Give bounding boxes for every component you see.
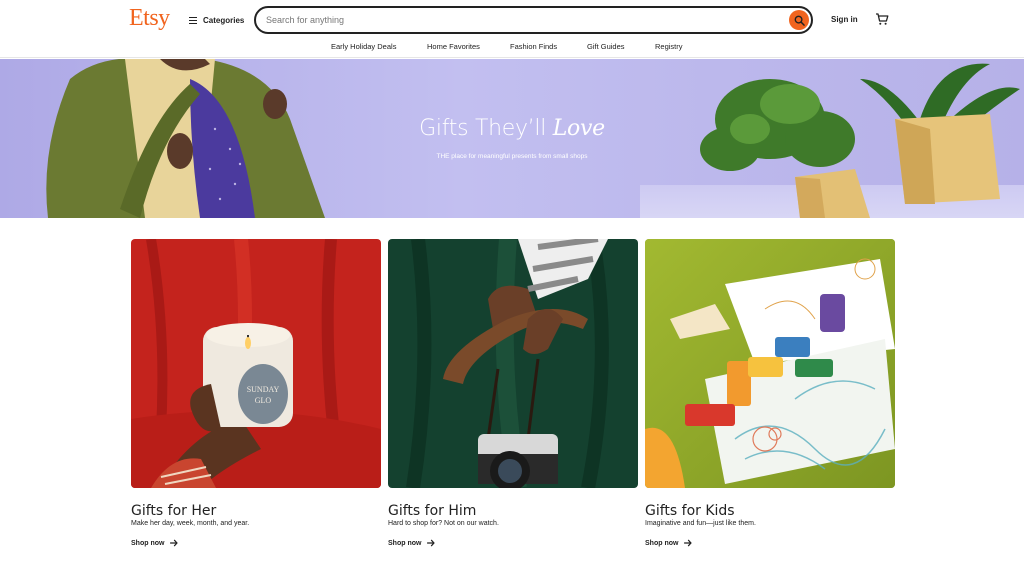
shop-now-link[interactable]: Shop now	[131, 539, 179, 547]
search-button[interactable]	[789, 10, 809, 30]
camera-photo	[388, 239, 638, 488]
nav-home-favorites[interactable]: Home Favorites	[427, 42, 480, 51]
hero-title-accent: Love	[552, 116, 605, 141]
etsy-logo[interactable]: Etsy	[129, 5, 170, 32]
nav-early-holiday-deals[interactable]: Early Holiday Deals	[331, 42, 396, 51]
cart-button[interactable]	[875, 12, 889, 26]
candle-photo: SUNDAY GLO	[131, 239, 381, 488]
categories-label: Categories	[203, 15, 245, 25]
toys-photo	[645, 239, 895, 488]
sign-in-button[interactable]: Sign in	[831, 15, 858, 24]
gifts-for-him-image[interactable]	[388, 239, 638, 488]
card-description: Hard to shop for? Not on our watch.	[388, 520, 499, 527]
gifts-for-kids-image[interactable]	[645, 239, 895, 488]
card-description: Make her day, week, month, and year.	[131, 520, 250, 527]
site-header: Etsy Categories Sign in	[0, 0, 1024, 40]
hero-subtitle: THE place for meaningful presents from s…	[436, 153, 588, 160]
shop-now-label: Shop now	[131, 539, 165, 547]
search-icon	[794, 15, 805, 26]
cart-icon	[876, 13, 889, 25]
arrow-right-icon	[427, 539, 436, 547]
shop-now-link[interactable]: Shop now	[645, 539, 693, 547]
hero-title-main: Gifts They’ll	[419, 116, 547, 141]
sub-navigation: Early Holiday Deals Home Favorites Fashi…	[0, 38, 1024, 58]
svg-text:SUNDAY: SUNDAY	[247, 385, 280, 394]
svg-text:GLO: GLO	[255, 396, 272, 405]
card-title[interactable]: Gifts for Kids	[645, 503, 735, 519]
card-title[interactable]: Gifts for Him	[388, 503, 476, 519]
card-title[interactable]: Gifts for Her	[131, 503, 216, 519]
nav-registry[interactable]: Registry	[655, 42, 683, 51]
shop-now-link[interactable]: Shop now	[388, 539, 436, 547]
hero-title: Gifts They’ll Love	[0, 116, 1024, 141]
hamburger-icon	[189, 16, 197, 24]
search-bar	[254, 6, 813, 34]
nav-gift-guides[interactable]: Gift Guides	[587, 42, 625, 51]
shop-now-label: Shop now	[388, 539, 422, 547]
categories-button[interactable]: Categories	[189, 12, 244, 28]
search-input[interactable]	[266, 13, 766, 27]
hero-banner[interactable]: Gifts They’ll Love THE place for meaning…	[0, 59, 1024, 218]
card-description: Imaginative and fun—just like them.	[645, 520, 756, 527]
nav-fashion-finds[interactable]: Fashion Finds	[510, 42, 557, 51]
shop-now-label: Shop now	[645, 539, 679, 547]
arrow-right-icon	[170, 539, 179, 547]
arrow-right-icon	[684, 539, 693, 547]
gifts-for-her-image[interactable]: SUNDAY GLO	[131, 239, 381, 488]
